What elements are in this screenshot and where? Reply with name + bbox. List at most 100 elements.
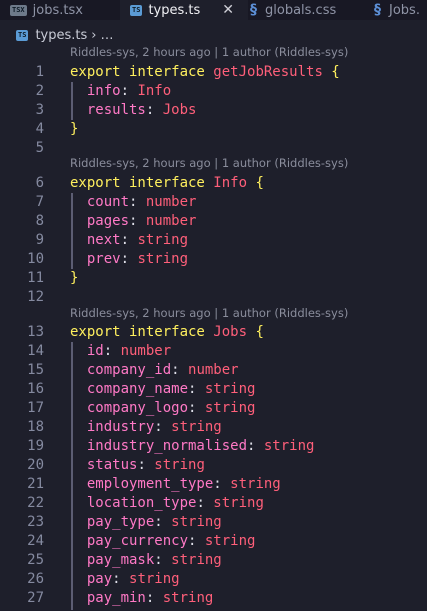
code-line[interactable]: 13 export interface Jobs { (0, 323, 427, 342)
git-blame-codelens[interactable]: Riddles-sys, 2 hours ago | 1 author (Rid… (70, 156, 348, 170)
ts-file-icon: TS (130, 4, 143, 16)
property-name-token: pay_min (86, 590, 146, 606)
code-line[interactable]: 3 results: Jobs (0, 101, 427, 120)
brace-token: } (70, 270, 79, 286)
code-line[interactable]: 14 id: number (0, 342, 427, 361)
breadcrumb-more[interactable]: … (100, 28, 113, 43)
code-line[interactable]: 21 employment_type: string (0, 475, 427, 494)
code-line[interactable]: 11} (0, 269, 427, 288)
code-text: pay_mask: string (70, 551, 222, 570)
code-line[interactable]: 17 company_logo: string (0, 399, 427, 418)
colon-token: : (137, 457, 155, 473)
property-name-token: employment_type (86, 476, 214, 492)
code-line[interactable]: 16 company_name: string (0, 380, 427, 399)
breadcrumb: TS types.ts › … (16, 26, 113, 44)
code-text: industry: string (70, 418, 222, 437)
code-line[interactable]: 27 pay_min: string (0, 589, 427, 608)
interface-name-token: Jobs (213, 324, 248, 340)
tab-jobs-css[interactable]: § Jobs. (374, 0, 420, 20)
breadcrumb-file[interactable]: types.ts (35, 28, 87, 43)
code-text: status: string (70, 456, 205, 475)
colon-token: : (154, 514, 172, 530)
code-line[interactable]: 18 industry: string (0, 418, 427, 437)
colon-token: : (145, 102, 163, 118)
type-token: string (263, 438, 315, 454)
code-text: export interface Info { (70, 174, 264, 193)
code-text: pay_type: string (70, 513, 222, 532)
git-blame-codelens[interactable]: Riddles-sys, 2 hours ago | 1 author (Rid… (70, 45, 348, 59)
type-token: number (145, 194, 197, 210)
property-name-token: location_type (86, 495, 197, 511)
line-number: 1 (35, 64, 44, 80)
tab-label: Jobs. (389, 2, 420, 18)
code-line[interactable]: 25 pay_mask: string (0, 551, 427, 570)
code-line[interactable]: 9 next: string (0, 231, 427, 250)
property-name-token: industry_normalised (86, 438, 248, 454)
type-token: string (137, 232, 189, 248)
line-number: 16 (27, 381, 44, 397)
brace-token: { (247, 324, 264, 340)
property-name-token: company_id (86, 362, 172, 378)
line-number: 23 (27, 514, 44, 530)
tab-jobs-tsx[interactable]: TSX jobs.tsx (10, 0, 83, 20)
property-name-token: pay (86, 571, 113, 587)
colon-token: : (129, 213, 146, 229)
colon-token: : (120, 232, 138, 248)
type-token: Jobs (162, 102, 197, 118)
code-text: export interface Jobs { (70, 323, 264, 342)
code-line[interactable]: 15 company_id: number (0, 361, 427, 380)
colon-token: : (188, 533, 205, 549)
line-number: 8 (35, 213, 44, 229)
tab-types-ts[interactable]: TS types.ts ✕ (120, 0, 248, 20)
code-text: } (70, 269, 78, 288)
code-line[interactable]: 26 pay: string (0, 570, 427, 589)
keyword-token: export interface (70, 175, 214, 191)
keyword-token: export interface (70, 64, 214, 80)
line-number: 17 (27, 400, 44, 416)
property-name-token: id (86, 343, 104, 359)
property-name-token: pay_type (86, 514, 155, 530)
property-name-token: count (86, 194, 130, 210)
colon-token: : (129, 194, 146, 210)
code-line[interactable]: 10 prev: string (0, 250, 427, 269)
editor-tab-bar: TSX jobs.tsx TS types.ts ✕ § globals.css… (0, 0, 427, 20)
tab-globals-css[interactable]: § globals.css (250, 0, 336, 20)
property-name-token: pay_currency (86, 533, 189, 549)
colon-token: : (154, 419, 172, 435)
code-text: pages: number (70, 212, 197, 231)
type-token: string (162, 590, 214, 606)
code-line[interactable]: 20 status: string (0, 456, 427, 475)
code-line[interactable]: 5 (0, 139, 427, 158)
code-line[interactable]: 12 (0, 288, 427, 307)
code-line[interactable]: 22 location_type: string (0, 494, 427, 513)
interface-name-token: Info (213, 175, 248, 191)
type-token: string (213, 495, 264, 511)
code-line[interactable]: 4} (0, 120, 427, 139)
code-line[interactable]: 1 export interface getJobResults { (0, 63, 427, 82)
close-icon[interactable]: ✕ (222, 2, 234, 18)
code-text: prev: string (70, 250, 188, 269)
git-blame-codelens[interactable]: Riddles-sys, 2 hours ago | 1 author (Rid… (70, 306, 348, 320)
code-line[interactable]: 6 export interface Info { (0, 174, 427, 193)
chevron-right-icon: › (91, 27, 97, 43)
code-line[interactable]: 23 pay_type: string (0, 513, 427, 532)
code-line[interactable]: 2 info: Info (0, 82, 427, 101)
code-line[interactable]: 19 industry_normalised: string (0, 437, 427, 456)
code-line[interactable]: 8 pages: number (0, 212, 427, 231)
code-line[interactable]: 7 count: number (0, 193, 427, 212)
colon-token: : (145, 590, 163, 606)
type-token: string (204, 533, 256, 549)
code-text: info: Info (70, 82, 171, 101)
ts-file-icon: TS (16, 29, 29, 41)
type-token: string (137, 251, 189, 267)
code-line[interactable]: 24 pay_currency: string (0, 532, 427, 551)
